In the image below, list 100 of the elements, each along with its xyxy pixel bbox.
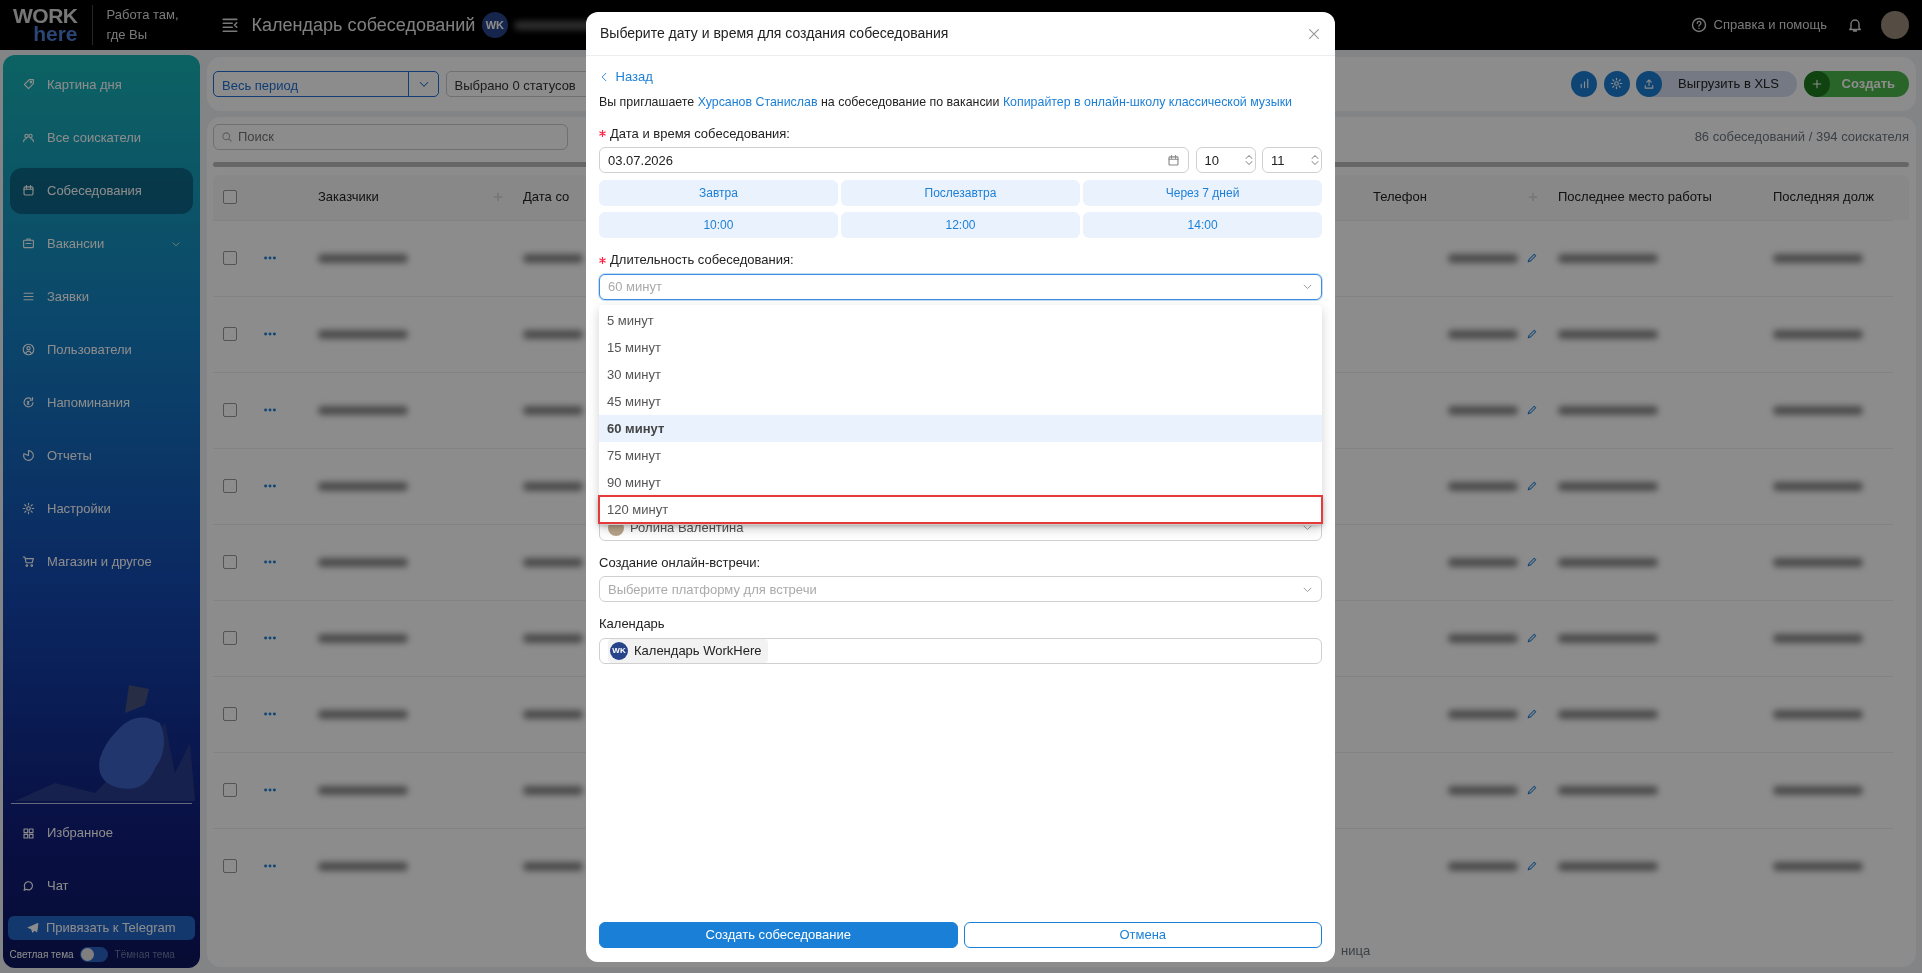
- row-checkbox[interactable]: [223, 403, 237, 417]
- blurred-text: [1448, 253, 1518, 263]
- duration-select[interactable]: 60 минут: [599, 273, 1322, 300]
- stats-button[interactable]: [1571, 70, 1598, 97]
- field-label: Длительность собеседования:: [610, 251, 794, 270]
- dropdown-option[interactable]: 30 минут: [599, 360, 1322, 388]
- date-field[interactable]: 03.07.2026: [599, 147, 1189, 174]
- nav-icon: [22, 396, 35, 409]
- dropdown-option[interactable]: 15 минут: [599, 333, 1322, 361]
- row-checkbox[interactable]: [223, 327, 237, 341]
- sidebar-item[interactable]: Все соискатели: [10, 114, 193, 161]
- sidebar-item[interactable]: Картина дня: [10, 61, 193, 108]
- row-checkbox[interactable]: [223, 859, 237, 873]
- cancel-button[interactable]: Отмена: [963, 922, 1322, 948]
- sidebar-item[interactable]: Заявки: [10, 273, 193, 320]
- nav-icon: [22, 343, 35, 356]
- time-spinner-field[interactable]: 10: [1195, 147, 1256, 174]
- calendar-select[interactable]: WK Календарь WorkHere: [599, 637, 1322, 664]
- sidebar-item[interactable]: Чат: [10, 863, 193, 909]
- link[interactable]: Хурсанов Станислав: [697, 95, 818, 110]
- blurred-text: [523, 785, 583, 795]
- field-label: Календарь: [599, 615, 666, 634]
- row-checkbox[interactable]: [223, 707, 237, 721]
- column-header: Последнее место работы: [1558, 188, 1713, 207]
- sidebar-item[interactable]: Магазин и другое: [10, 538, 193, 585]
- dropdown-option[interactable]: 45 минут: [599, 387, 1322, 415]
- select-all-checkbox[interactable]: [223, 190, 237, 204]
- pencil-icon[interactable]: [1526, 708, 1538, 720]
- dropdown-option[interactable]: 75 минут: [599, 441, 1322, 469]
- platform-select[interactable]: Выберите платформу для встречи: [599, 576, 1322, 603]
- settings-icon: [1610, 77, 1624, 90]
- help-link[interactable]: Справка и помощь: [1691, 15, 1827, 35]
- column-header: Дата со: [523, 188, 571, 207]
- date-preset-button[interactable]: Через 7 дней: [1083, 179, 1322, 206]
- sidebar-item[interactable]: Избранное: [10, 810, 193, 856]
- pencil-icon[interactable]: [1526, 556, 1538, 568]
- blurred-text: [1448, 633, 1518, 643]
- nav-icon: [22, 449, 35, 462]
- nav-icon: [22, 879, 35, 893]
- blurred-text: [523, 481, 583, 491]
- pencil-icon[interactable]: [1526, 480, 1538, 492]
- record-counter: 86 собеседований / 394 соискателя: [1694, 127, 1909, 146]
- blurred-text: [523, 861, 583, 871]
- notifications-icon[interactable]: [1847, 17, 1863, 33]
- period-select[interactable]: Весь период: [213, 70, 439, 97]
- blurred-text: [1448, 481, 1518, 491]
- pencil-icon[interactable]: [1526, 404, 1538, 416]
- date-preset-button[interactable]: Завтра: [599, 179, 838, 206]
- row-checkbox[interactable]: [223, 479, 237, 493]
- menu-icon[interactable]: [220, 16, 239, 34]
- pencil-icon[interactable]: [1526, 632, 1538, 644]
- blurred-text: [1448, 329, 1518, 339]
- sidebar-item[interactable]: Напоминания: [10, 379, 193, 426]
- column-header: Последняя долж: [1773, 188, 1875, 207]
- telegram-button[interactable]: Привязать к Telegram: [8, 916, 195, 940]
- time-preset-button[interactable]: 12:00: [841, 212, 1080, 239]
- blurred-text: [1448, 557, 1518, 567]
- pencil-icon[interactable]: [1526, 328, 1538, 340]
- date-preset-button[interactable]: Послезавтра: [841, 179, 1080, 206]
- blurred-text: [523, 633, 583, 643]
- pencil-icon[interactable]: [1526, 252, 1538, 264]
- export-button[interactable]: Выгрузить в XLS: [1636, 70, 1798, 97]
- nav-icon: [22, 290, 35, 303]
- plus-icon: [1810, 77, 1823, 90]
- theme-toggle[interactable]: [80, 946, 109, 962]
- row-checkbox[interactable]: [223, 555, 237, 569]
- invitation-text: Вы приглашаете Хурсанов Станислав на собеседование по вакансии Копирайтер в онлайн-школу классической музыки: [599, 94, 1293, 112]
- sidebar-item[interactable]: Вакансии: [10, 220, 193, 267]
- field-label: Создание онлайн-встречи:: [599, 553, 762, 572]
- dropdown-option[interactable]: 60 минут: [599, 414, 1322, 442]
- sidebar-item[interactable]: Настройки: [10, 485, 193, 532]
- pencil-icon[interactable]: [1526, 860, 1538, 872]
- time-preset-button[interactable]: 10:00: [599, 212, 838, 239]
- search-field[interactable]: Поиск: [213, 123, 568, 150]
- close-icon[interactable]: [1307, 26, 1321, 41]
- user-avatar[interactable]: [1881, 11, 1909, 39]
- blurred-text: [523, 557, 583, 567]
- row-checkbox[interactable]: [223, 783, 237, 797]
- pencil-icon[interactable]: [1526, 784, 1538, 796]
- pagination-text: ница: [1341, 941, 1371, 960]
- nav-icon: [22, 237, 35, 250]
- sidebar-item[interactable]: Отчеты: [10, 432, 193, 479]
- row-checkbox[interactable]: [223, 631, 237, 645]
- chevron-left-icon: [599, 72, 609, 82]
- submit-button[interactable]: Создать собеседование: [599, 922, 958, 948]
- blurred-text: [1448, 785, 1518, 795]
- time-spinner-field[interactable]: 11: [1262, 147, 1322, 174]
- sidebar-item[interactable]: Пользователи: [10, 326, 193, 373]
- time-preset-button[interactable]: 14:00: [1083, 212, 1322, 239]
- settings-button[interactable]: [1603, 70, 1630, 97]
- nav-icon: [22, 555, 35, 568]
- field-label: Дата и время собеседования:: [610, 124, 790, 143]
- link[interactable]: Копирайтер в онлайн-школу классической музыки: [1002, 95, 1292, 110]
- logo-text: here: [33, 25, 78, 43]
- row-checkbox[interactable]: [223, 251, 237, 265]
- modal-title: Выберите дату и время для создания собеседования: [600, 24, 949, 43]
- nav-icon: [22, 502, 35, 515]
- dropdown-option[interactable]: 5 минут: [599, 306, 1322, 334]
- dropdown-option[interactable]: 90 минут: [599, 468, 1322, 496]
- blurred-text: [1448, 405, 1518, 415]
